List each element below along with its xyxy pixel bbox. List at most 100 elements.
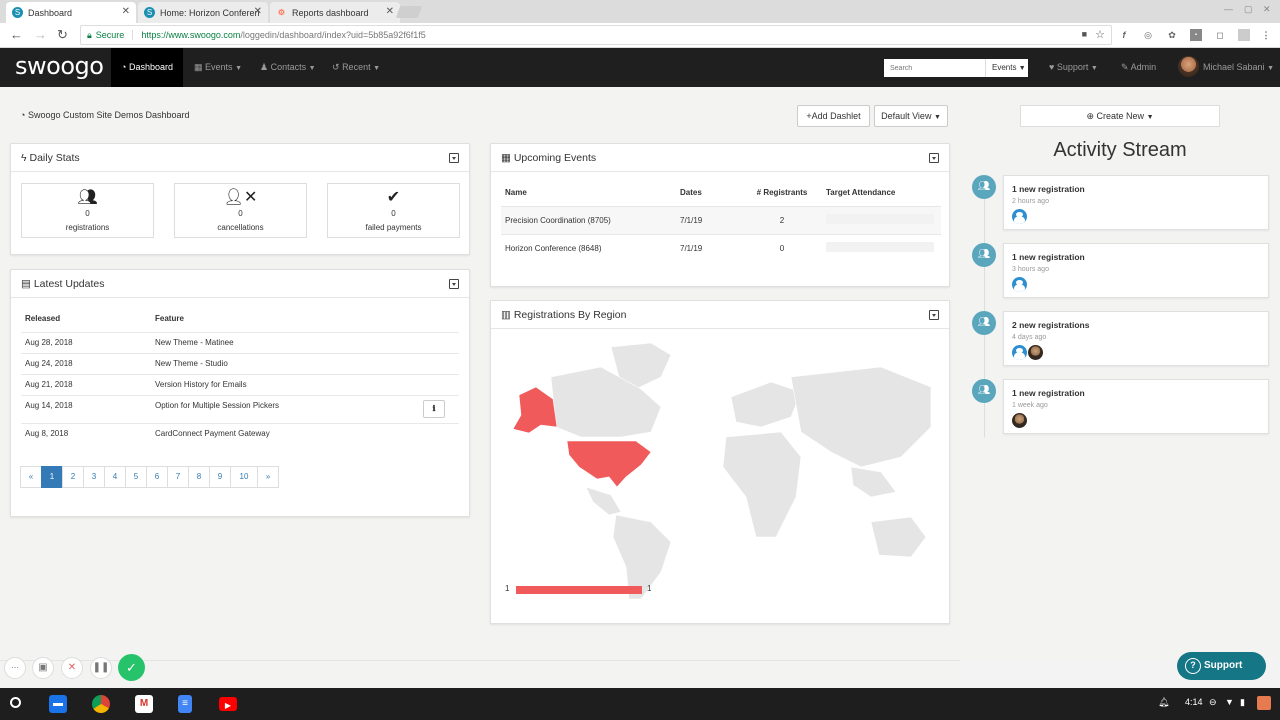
avatar[interactable] xyxy=(1012,209,1027,224)
page-prev[interactable]: « xyxy=(20,466,42,488)
youtube-icon[interactable]: ▶ xyxy=(219,697,237,711)
avatar[interactable] xyxy=(1012,345,1027,360)
activity-item[interactable]: 1 new registration 2 hours ago xyxy=(1003,175,1269,230)
extension-icon[interactable]: ▪ xyxy=(1190,29,1202,41)
page-link[interactable]: 9 xyxy=(209,466,231,488)
avatar[interactable] xyxy=(1028,345,1043,360)
table-row: Aug 8, 2018 CardConnect Payment Gateway xyxy=(21,422,459,444)
page-link[interactable]: 6 xyxy=(146,466,168,488)
page-next[interactable]: » xyxy=(257,466,279,488)
star-icon[interactable]: ☆ xyxy=(1095,28,1105,41)
avatar[interactable] xyxy=(1012,277,1027,292)
activity-item[interactable]: 1 new registration 3 hours ago xyxy=(1003,243,1269,298)
region-europe xyxy=(730,381,802,428)
extension-icon[interactable]: ✿ xyxy=(1166,29,1178,41)
close-icon[interactable]: ✕ xyxy=(386,6,394,17)
table-row[interactable]: Horizon Conference (8648) 7/1/19 0 xyxy=(501,233,941,262)
page-link[interactable]: 3 xyxy=(83,466,105,488)
region-southeast-asia xyxy=(850,466,897,498)
more-icon[interactable]: ⋯ xyxy=(4,657,26,679)
event-name-cell[interactable]: Horizon Conference (8648) xyxy=(501,233,676,262)
extension-icon[interactable]: ◻ xyxy=(1214,29,1226,41)
table-row[interactable]: Precision Coordination (8705) 7/1/19 2 xyxy=(501,205,941,234)
tab-horizon[interactable]: S Home: Horizon Conferen ✕ xyxy=(138,2,268,23)
nav-dashboard[interactable]: ◔ Dashboard xyxy=(111,48,183,87)
user-avatar[interactable] xyxy=(1178,56,1199,77)
support-button[interactable]: ? Support xyxy=(1177,652,1266,680)
swoogo-logo[interactable]: swoogo xyxy=(15,52,104,80)
info-icon[interactable]: ℹ xyxy=(423,400,445,418)
pause-icon[interactable]: ❚❚ xyxy=(90,657,112,679)
page-link[interactable]: 8 xyxy=(188,466,210,488)
nav-label: Events xyxy=(205,62,233,72)
page-link[interactable]: 4 xyxy=(104,466,126,488)
new-tab-button[interactable] xyxy=(395,6,423,18)
maximize-icon[interactable]: ▢ xyxy=(1244,4,1253,15)
event-name-cell[interactable]: Precision Coordination (8705) xyxy=(501,205,676,234)
caret-down-icon: ▼ xyxy=(933,114,941,121)
activity-item[interactable]: 1 new registration 1 week ago xyxy=(1003,379,1269,434)
nav-contacts[interactable]: ♟ Contacts ▼ xyxy=(260,48,316,87)
clock[interactable]: 4:14 xyxy=(1185,697,1203,707)
page-link[interactable]: 2 xyxy=(62,466,84,488)
updates-table: Released Feature Aug 28, 2018 New Theme … xyxy=(21,306,459,444)
world-map[interactable] xyxy=(501,337,941,607)
heart-icon: ♥ xyxy=(1049,62,1055,72)
formula-extension-icon[interactable]: f xyxy=(1118,29,1130,41)
reload-icon[interactable]: ↻ xyxy=(57,27,68,43)
page-link[interactable]: 5 xyxy=(125,466,147,488)
stat-label: registrations xyxy=(65,223,110,232)
column-header: # Registrants xyxy=(756,188,808,198)
forward-icon[interactable]: → xyxy=(34,27,47,42)
nav-events[interactable]: ▦ Events ▼ xyxy=(194,48,242,87)
user-menu[interactable]: Michael Sabani ▼ xyxy=(1203,48,1274,87)
users-icon: 👥︎ xyxy=(972,175,996,199)
collapse-icon[interactable] xyxy=(929,153,939,163)
camera-icon[interactable]: ■ xyxy=(1082,29,1087,39)
extension-icon[interactable]: ◎ xyxy=(1142,29,1154,41)
add-dashlet-button[interactable]: +Add Dashlet xyxy=(797,105,870,127)
wrench-icon: ✎ xyxy=(1121,62,1129,72)
url-field[interactable]: 🔒︎ Secure https://www.swoogo.com /logged… xyxy=(80,25,1112,45)
collapse-icon[interactable] xyxy=(929,310,939,320)
activity-title: 1 new registration xyxy=(1012,388,1085,398)
page-link[interactable]: 7 xyxy=(167,466,189,488)
search-input[interactable] xyxy=(884,59,985,77)
search-scope-select[interactable]: Events ▼ xyxy=(985,59,1028,77)
page-link[interactable]: 10 xyxy=(230,466,258,488)
chrome-icon[interactable] xyxy=(92,695,110,713)
create-new-button[interactable]: ⊕ Create New ▼ xyxy=(1020,105,1220,127)
activity-item[interactable]: 2 new registrations 4 days ago xyxy=(1003,311,1269,366)
nav-support[interactable]: ♥ Support ▼ xyxy=(1049,48,1098,87)
launcher-icon[interactable] xyxy=(10,697,21,708)
empty-cell xyxy=(419,422,459,444)
docs-icon[interactable]: ≡ xyxy=(178,695,192,713)
tab-reports[interactable]: ⚙ Reports dashboard ✕ xyxy=(270,2,400,23)
tab-dashboard[interactable]: S Dashboard ✕ xyxy=(6,2,136,23)
back-icon[interactable]: ← xyxy=(10,27,23,42)
page-link[interactable]: 1 xyxy=(41,466,63,488)
panel-header: ϟ Daily Stats xyxy=(11,144,469,172)
minimize-icon[interactable]: — xyxy=(1224,4,1233,14)
nav-recent[interactable]: ↺ Recent ▼ xyxy=(332,48,380,87)
collapse-icon[interactable] xyxy=(449,279,459,289)
close-icon[interactable]: ✕ xyxy=(122,6,130,17)
camera-icon[interactable]: ▣ xyxy=(32,657,54,679)
close-window-icon[interactable]: ✕ xyxy=(1263,4,1271,15)
hubspot-favicon: ⚙ xyxy=(277,8,286,17)
close-icon[interactable]: ✕ xyxy=(254,6,262,17)
collapse-icon[interactable] xyxy=(449,153,459,163)
notification-icon[interactable]: 🔔︎ xyxy=(1158,697,1169,708)
avatar[interactable] xyxy=(1012,413,1027,428)
default-view-button[interactable]: Default View ▼ xyxy=(874,105,948,127)
files-icon[interactable]: ▬ xyxy=(49,695,67,713)
menu-icon[interactable]: ⋮ xyxy=(1260,29,1272,41)
table-row: Aug 24, 2018 New Theme - Studio xyxy=(21,352,459,374)
extension-icon[interactable] xyxy=(1238,29,1250,41)
nav-admin[interactable]: ✎ Admin xyxy=(1121,48,1156,87)
gmail-icon[interactable]: M xyxy=(135,695,153,713)
activity-time: 4 days ago xyxy=(1012,334,1047,341)
check-icon[interactable]: ✓ xyxy=(118,654,145,681)
profile-icon[interactable] xyxy=(1257,696,1271,710)
cancel-icon[interactable]: ✕ xyxy=(61,657,83,679)
